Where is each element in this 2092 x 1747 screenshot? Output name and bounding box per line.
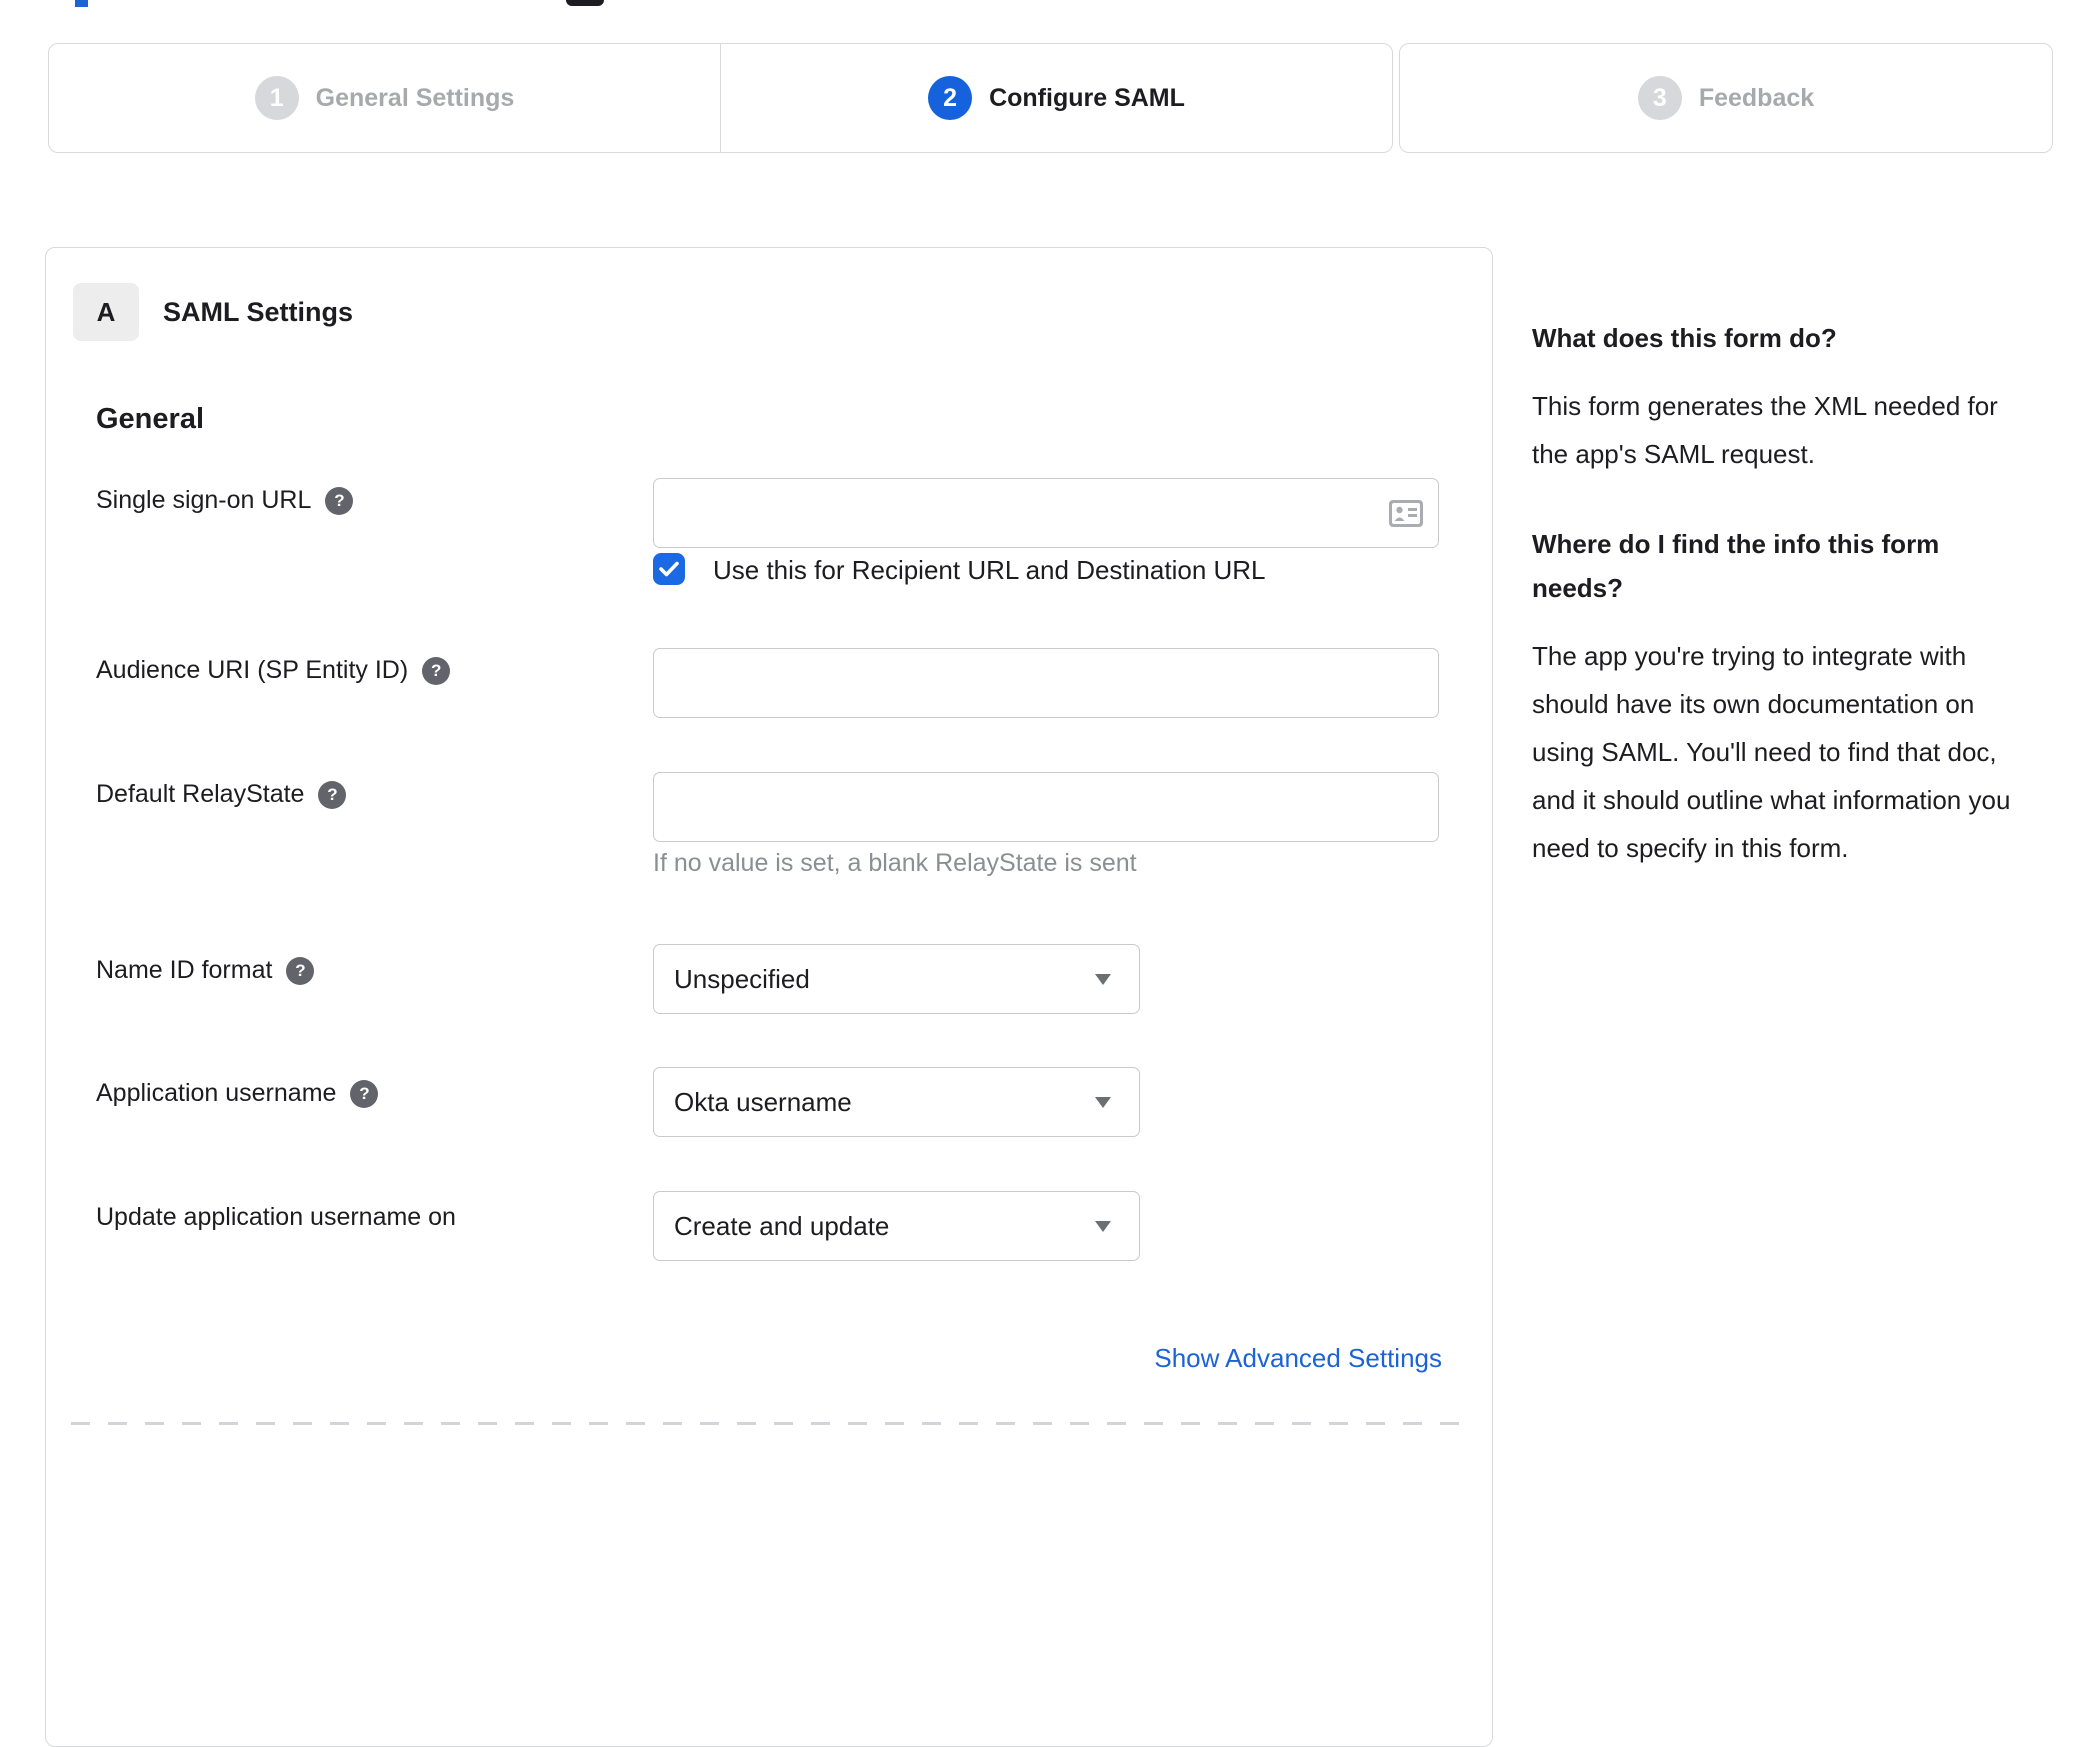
caret-down-icon [1095,973,1111,985]
clipped-app-logo-fragment [566,0,604,6]
recipient-url-checkbox[interactable] [653,553,685,585]
relaystate-input[interactable] [653,772,1439,842]
relaystate-hint: If no value is set, a blank RelayState i… [653,849,1137,877]
help-icon[interactable]: ? [422,656,451,685]
name-id-format-select[interactable]: Unspecified [653,944,1140,1014]
recipient-url-checkbox-label: Use this for Recipient URL and Destinati… [713,555,1266,585]
audience-uri-input[interactable] [653,648,1439,718]
sso-url-label: Single sign-on URL ? [96,486,354,515]
sso-url-input[interactable] [653,478,1439,548]
step-general-settings[interactable]: 1 General Settings [49,44,720,152]
help-body: This form generates the XML needed for t… [1532,391,1998,469]
section-title: SAML Settings [163,296,354,327]
help-icon[interactable]: ? [318,780,347,809]
clipped-blue-fragment [75,0,88,7]
saml-settings-panel: A SAML Settings General Single sign-on U… [45,247,1493,1747]
selected-value: Create and update [674,1210,890,1241]
help-body: The app you're trying to integrate with … [1532,641,2011,863]
step-configure-saml[interactable]: 2 Configure SAML [720,44,1392,152]
relaystate-field-wrap [653,772,1439,842]
help-heading: What does this form do? [1532,323,1837,353]
audience-uri-field-wrap [653,648,1439,718]
step-feedback[interactable]: 3 Feedback [1400,44,2052,152]
step-label: General Settings [315,83,515,112]
name-id-format-label: Name ID format ? [96,956,315,985]
help-heading: Where do I find the info this form needs… [1532,529,1940,603]
step-number-badge: 1 [254,76,299,120]
wizard-stepper: 1 General Settings 2 Configure SAML [48,43,1393,153]
step-number-badge: 3 [1637,76,1682,120]
help-icon[interactable]: ? [325,486,354,515]
sso-url-field-wrap [653,478,1439,548]
group-title-general: General [96,403,204,435]
update-username-label: Update application username on [96,1203,456,1231]
relaystate-label: Default RelayState ? [96,780,347,809]
show-advanced-settings-link[interactable]: Show Advanced Settings [1154,1343,1442,1374]
wizard-stepper-feedback: 3 Feedback [1399,43,2053,153]
section-a-badge: A [73,283,139,341]
selected-value: Okta username [674,1086,852,1117]
caret-down-icon [1095,1096,1111,1108]
audience-uri-label: Audience URI (SP Entity ID) ? [96,656,451,685]
help-sidebar: What does this form do? This form genera… [1532,316,2037,916]
caret-down-icon [1095,1220,1111,1232]
selected-value: Unspecified [674,963,810,994]
step-number-badge: 2 [928,76,973,120]
check-icon [659,561,679,577]
step-label: Configure SAML [989,83,1185,112]
help-icon[interactable]: ? [286,956,315,985]
application-username-select[interactable]: Okta username [653,1067,1140,1137]
help-icon[interactable]: ? [350,1079,379,1108]
contact-card-icon [1389,500,1423,527]
step-label: Feedback [1698,83,1815,112]
update-username-select[interactable]: Create and update [653,1191,1140,1261]
application-username-label: Application username ? [96,1079,379,1108]
section-dashed-divider [71,1422,1469,1425]
